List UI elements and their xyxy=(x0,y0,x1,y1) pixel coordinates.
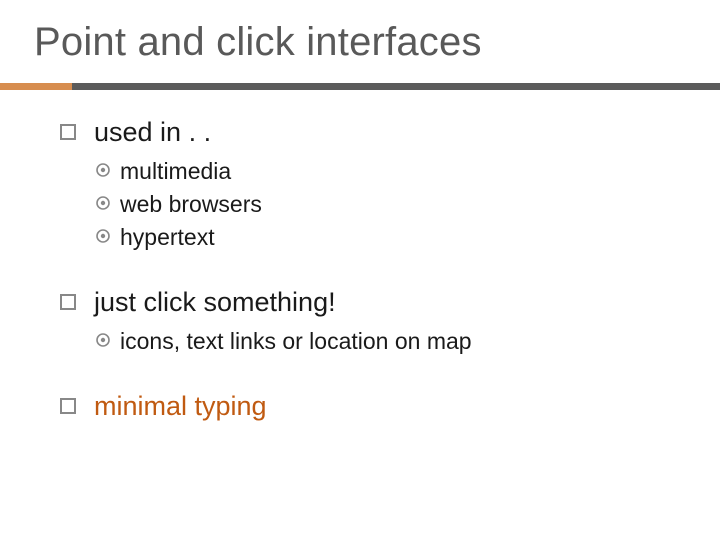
sub-list: icons, text links or location on map xyxy=(60,328,692,355)
rule-gray xyxy=(0,83,720,90)
list-item: just click something! xyxy=(60,287,692,318)
sub-list-item: icons, text links or location on map xyxy=(96,328,692,355)
target-bullet-icon xyxy=(96,229,110,243)
sub-list-item-text: icons, text links or location on map xyxy=(120,328,472,355)
sub-list-item: hypertext xyxy=(96,224,692,251)
slide-body: used in . . multimedia web browsers hype… xyxy=(28,117,692,422)
rule-accent xyxy=(0,83,72,90)
sub-list-item-text: hypertext xyxy=(120,224,215,251)
sub-list: multimedia web browsers hypertext xyxy=(60,158,692,251)
sub-list-item: multimedia xyxy=(96,158,692,185)
list-item-text: minimal typing xyxy=(94,391,267,422)
sub-list-item-text: web browsers xyxy=(120,191,262,218)
target-bullet-icon xyxy=(96,163,110,177)
slide-title: Point and click interfaces xyxy=(34,20,692,65)
sub-list-item-text: multimedia xyxy=(120,158,231,185)
list-item: minimal typing xyxy=(60,391,692,422)
target-bullet-icon xyxy=(96,333,110,347)
target-bullet-icon xyxy=(96,196,110,210)
slide: Point and click interfaces used in . . m… xyxy=(0,0,720,540)
list-item-text: just click something! xyxy=(94,287,336,318)
square-bullet-icon xyxy=(60,294,76,310)
list-item: used in . . xyxy=(60,117,692,148)
title-rule xyxy=(28,83,692,91)
list-item-text: used in . . xyxy=(94,117,211,148)
square-bullet-icon xyxy=(60,124,76,140)
sub-list-item: web browsers xyxy=(96,191,692,218)
square-bullet-icon xyxy=(60,398,76,414)
